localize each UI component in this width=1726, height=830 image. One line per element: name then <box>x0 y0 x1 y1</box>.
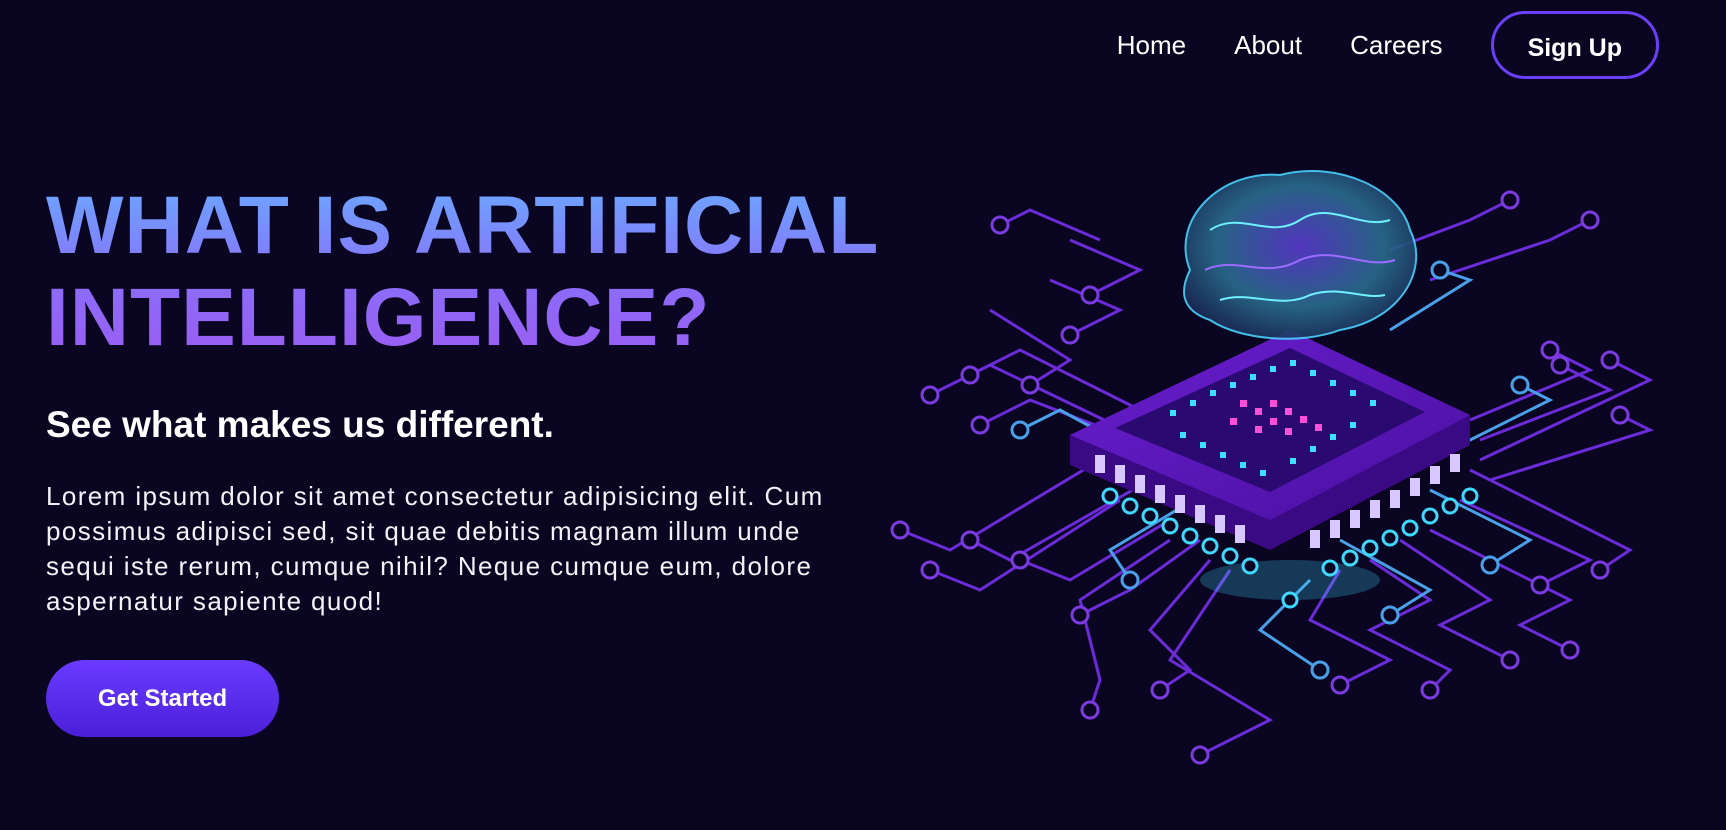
hero-title: WHAT IS ARTIFICIAL INTELLIGENCE? <box>46 180 906 364</box>
get-started-button[interactable]: Get Started <box>46 660 279 737</box>
sign-up-button[interactable]: Sign Up <box>1490 11 1659 79</box>
nav-careers-link[interactable]: Careers <box>1350 30 1442 61</box>
hero-subtitle: See what makes us different. <box>46 404 554 445</box>
nav-about-link[interactable]: About <box>1234 30 1302 61</box>
top-nav: Home About Careers Sign Up <box>1117 11 1659 79</box>
brain-icon <box>1183 170 1418 340</box>
hero-title-line-2: INTELLIGENCE? <box>46 272 711 363</box>
nav-home-link[interactable]: Home <box>1117 30 1186 61</box>
hero-title-line-1: WHAT IS ARTIFICIAL <box>46 180 880 271</box>
hero-section: WHAT IS ARTIFICIAL INTELLIGENCE? See wha… <box>46 180 906 619</box>
brain-on-chip-illustration <box>890 170 1654 765</box>
hero-description: Lorem ipsum dolor sit amet consectetur a… <box>46 481 824 616</box>
